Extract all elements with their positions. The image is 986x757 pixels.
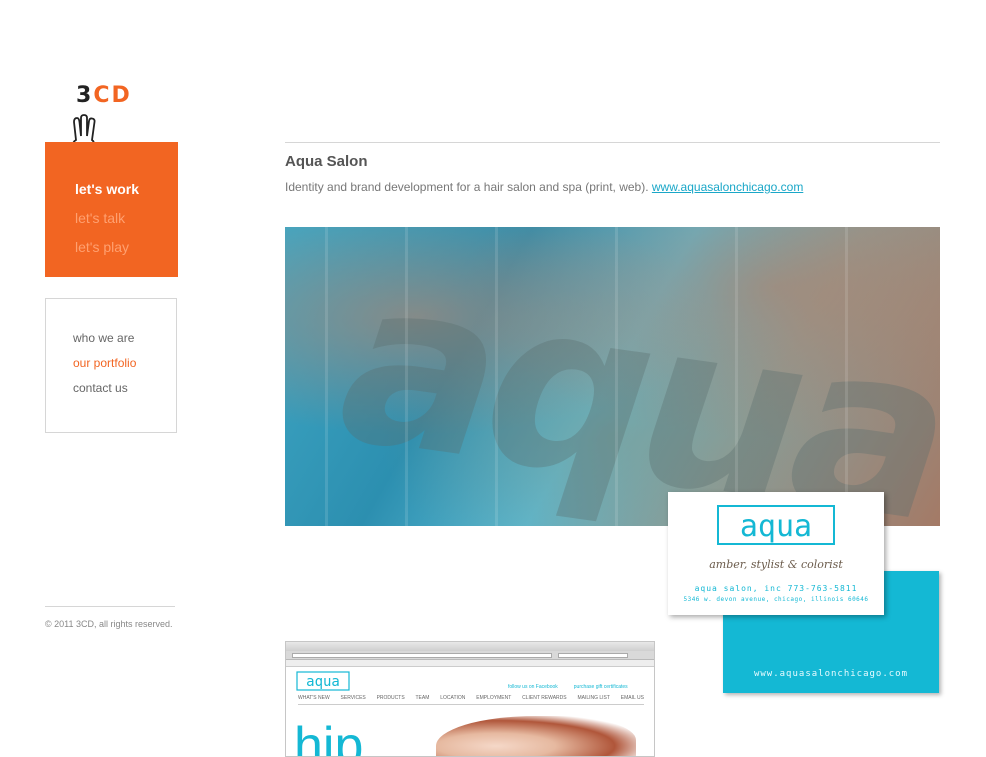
project-description: Identity and brand development for a hai… bbox=[285, 180, 803, 194]
aqua-logo: aqua bbox=[717, 505, 835, 545]
site-gift-link: purchase gift certificates bbox=[573, 684, 628, 690]
footer-divider bbox=[45, 606, 175, 607]
site-nav-item: LOCATION bbox=[440, 695, 466, 701]
site-nav-item: TEAM bbox=[415, 695, 430, 701]
nav-our-portfolio[interactable]: our portfolio bbox=[73, 351, 176, 376]
site-logo[interactable]: 3CD bbox=[76, 83, 132, 108]
card-logo-text: aqua bbox=[740, 509, 812, 544]
logo-three: 3 bbox=[76, 83, 94, 108]
card-back-url: www.aquasalonchicago.com bbox=[753, 669, 909, 679]
site-hero-image: hip bbox=[286, 708, 654, 757]
website-screenshot: aqua follow us on Facebook purchase gift … bbox=[285, 641, 655, 757]
nav-lets-play[interactable]: let's play bbox=[75, 233, 178, 262]
project-description-text: Identity and brand development for a hai… bbox=[285, 180, 652, 194]
hero-image-aqua-sign: aqua bbox=[285, 227, 940, 526]
site-nav-item: WHAT'S NEW bbox=[298, 695, 330, 701]
site-hero-photo bbox=[436, 716, 636, 756]
site-nav-item: MAILING LIST bbox=[577, 695, 610, 701]
site-logo-text: aqua bbox=[306, 674, 340, 690]
secondary-nav: who we are our portfolio contact us bbox=[45, 298, 177, 433]
card-address: 5346 w. devon avenue, chicago, illinois … bbox=[683, 596, 869, 603]
site-nav: WHAT'S NEW SERVICES PRODUCTS TEAM LOCATI… bbox=[298, 695, 644, 705]
site-nav-item: CLIENT REWARDS bbox=[522, 695, 567, 701]
logo-cd: CD bbox=[93, 83, 132, 108]
site-nav-item: PRODUCTS bbox=[376, 695, 405, 701]
browser-titlebar bbox=[286, 642, 654, 651]
site-hero-text: hip bbox=[294, 717, 364, 757]
site-header-links: follow us on Facebook purchase gift certi… bbox=[508, 684, 644, 690]
card-tagline: amber, stylist & colorist bbox=[709, 558, 843, 571]
site-aqua-logo: aqua bbox=[296, 671, 350, 691]
nav-who-we-are[interactable]: who we are bbox=[73, 326, 176, 351]
nav-contact-us[interactable]: contact us bbox=[73, 376, 176, 401]
business-card-front: aqua amber, stylist & colorist aqua salo… bbox=[668, 492, 884, 615]
nav-lets-talk[interactable]: let's talk bbox=[75, 204, 178, 233]
primary-nav: let's work let's talk let's play bbox=[45, 142, 178, 277]
content-divider bbox=[285, 142, 940, 143]
site-nav-item: EMAIL US bbox=[620, 695, 644, 701]
site-facebook-link: follow us on Facebook bbox=[508, 684, 558, 690]
project-title: Aqua Salon bbox=[285, 153, 368, 170]
project-link[interactable]: www.aquasalonchicago.com bbox=[652, 180, 803, 194]
browser-bookmarks-bar bbox=[286, 660, 654, 667]
site-nav-item: SERVICES bbox=[340, 695, 366, 701]
browser-url-bar bbox=[286, 651, 654, 660]
card-company-phone: aqua salon, inc 773-763-5811 bbox=[694, 584, 858, 593]
site-nav-item: EMPLOYMENT bbox=[476, 695, 512, 701]
copyright-text: © 2011 3CD, all rights reserved. bbox=[45, 619, 173, 629]
nav-lets-work[interactable]: let's work bbox=[75, 175, 178, 204]
